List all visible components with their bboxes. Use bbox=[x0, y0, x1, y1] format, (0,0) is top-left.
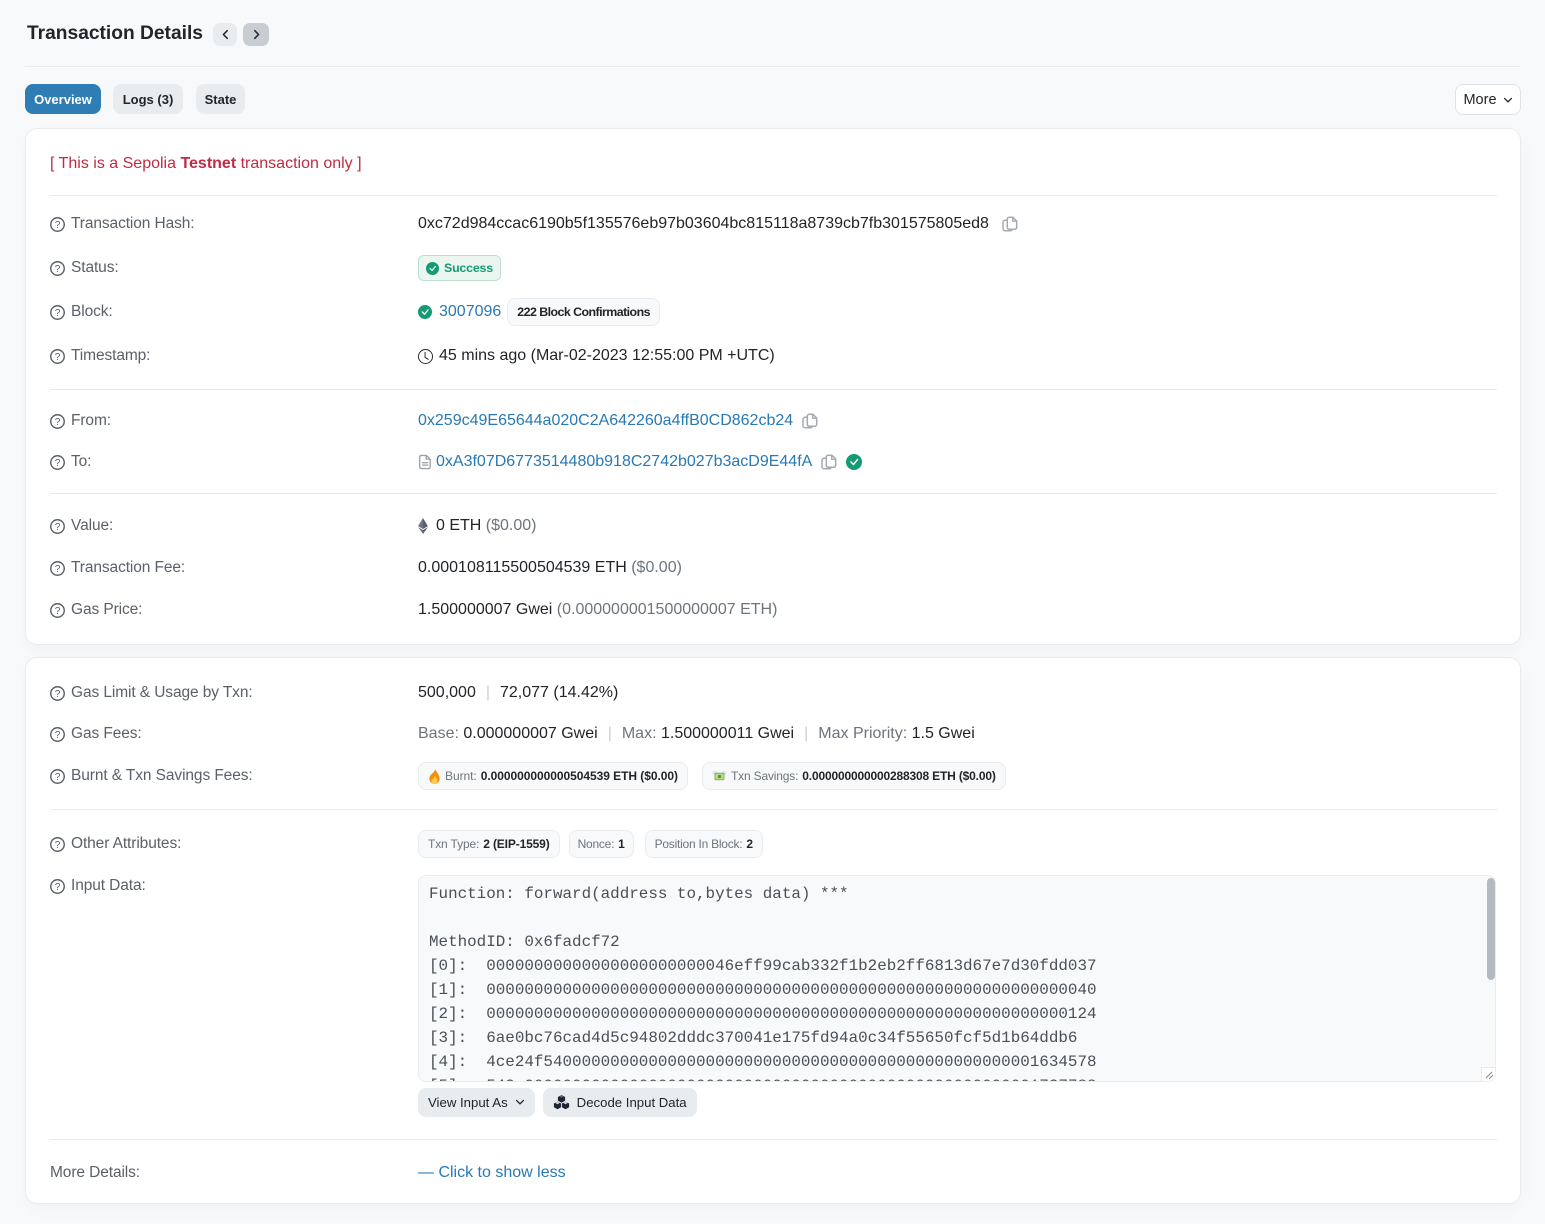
svg-text:?: ? bbox=[55, 772, 61, 783]
svg-text:?: ? bbox=[55, 689, 61, 700]
svg-text:?: ? bbox=[55, 417, 61, 428]
svg-text:?: ? bbox=[55, 308, 61, 319]
svg-text:?: ? bbox=[55, 352, 61, 363]
svg-text:?: ? bbox=[55, 458, 61, 469]
svg-text:?: ? bbox=[55, 564, 61, 575]
svg-text:?: ? bbox=[55, 882, 61, 893]
svg-text:?: ? bbox=[55, 606, 61, 617]
svg-text:?: ? bbox=[55, 730, 61, 741]
svg-text:?: ? bbox=[55, 264, 61, 275]
svg-text:?: ? bbox=[55, 840, 61, 851]
svg-text:?: ? bbox=[55, 522, 61, 533]
svg-text:?: ? bbox=[55, 220, 61, 231]
